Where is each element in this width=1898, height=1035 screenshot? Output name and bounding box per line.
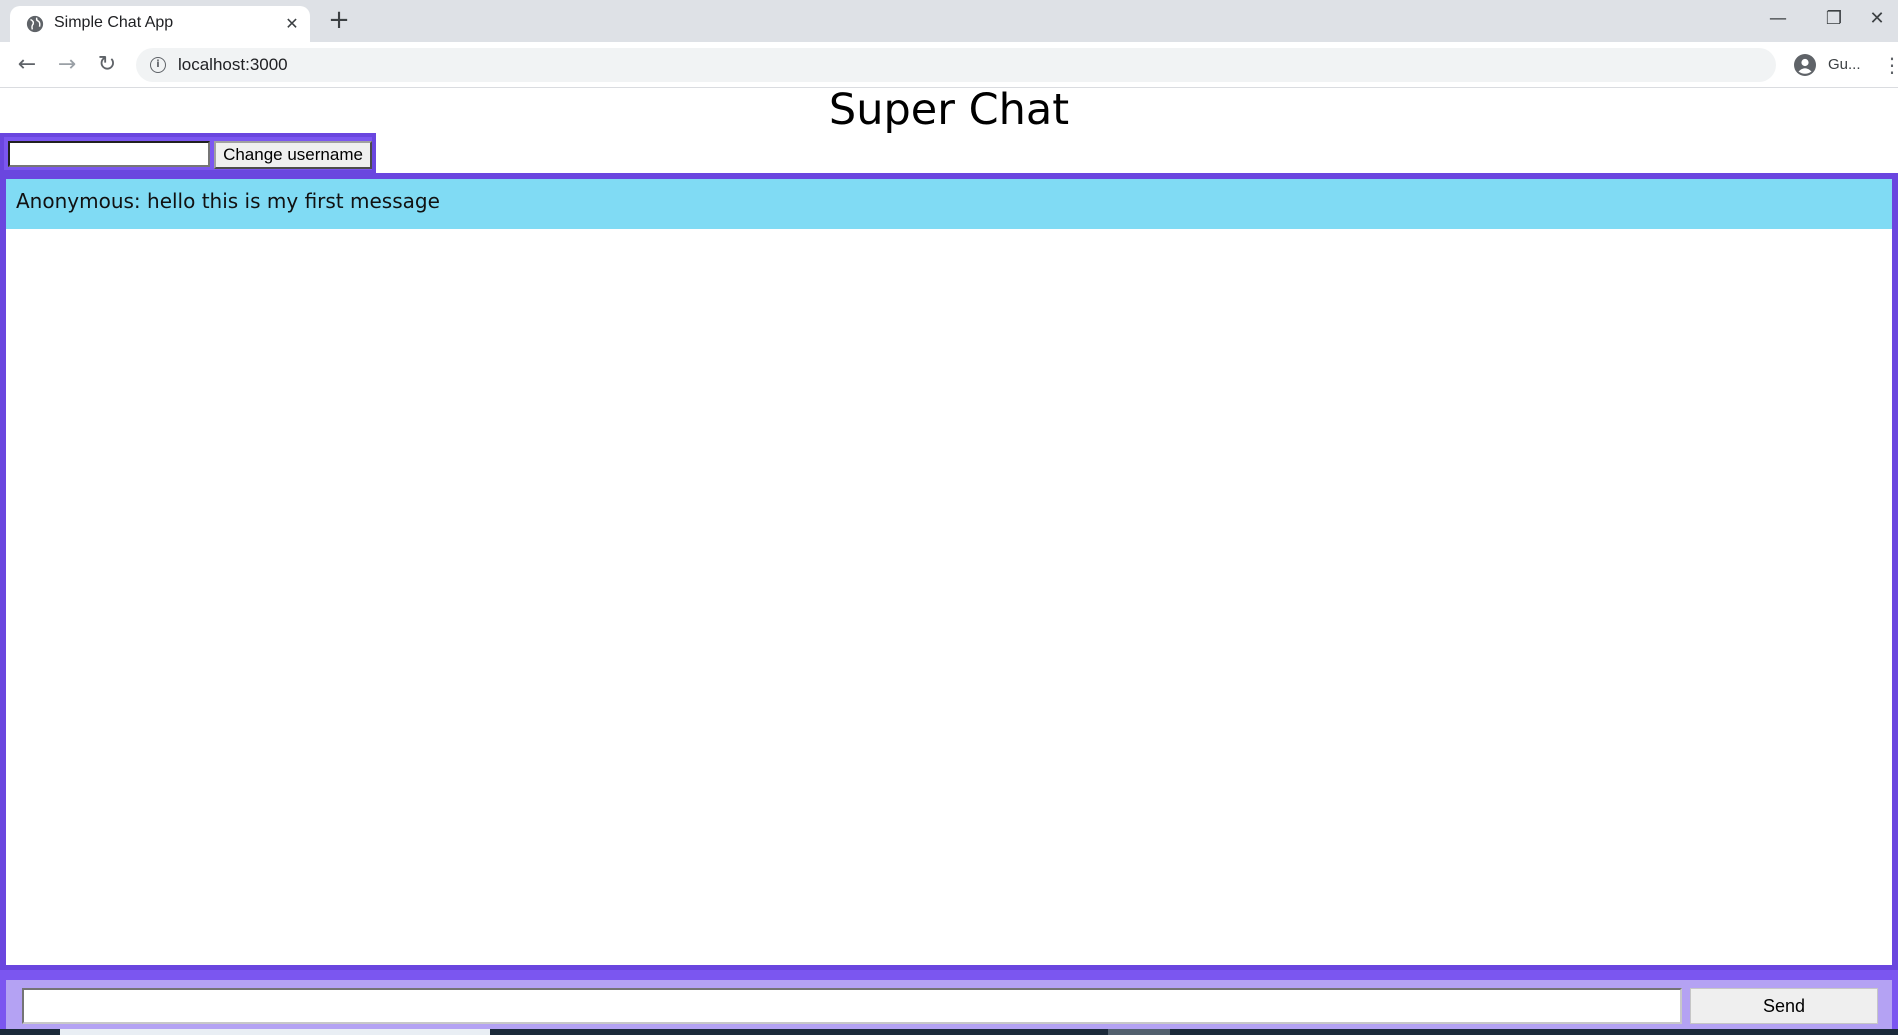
reload-icon[interactable]: ↻ [92,50,122,80]
page-title: Super Chat [828,85,1070,135]
profile-button[interactable]: Gu... [1786,46,1872,84]
browser-tab-bar: Simple Chat App ✕ + — ❐ ✕ [0,0,1898,42]
composer-inner: Send [6,980,1892,1035]
minimize-icon[interactable]: — [1750,0,1806,38]
composer-bar: Send [0,970,1898,1035]
close-window-icon[interactable]: ✕ [1856,0,1898,38]
message-input[interactable] [22,988,1682,1024]
browser-toolbar: ← → ↻ i localhost:3000 Gu... ⋮ [0,42,1898,88]
send-button[interactable]: Send [1690,988,1878,1024]
taskbar-active-item[interactable] [60,1029,490,1035]
new-tab-icon[interactable]: + [325,6,353,34]
username-form: Change username [0,133,376,174]
taskbar-edge [0,1029,1898,1035]
chat-page: Super Chat Change username Anonymous: he… [0,89,1898,1035]
url-text[interactable]: localhost:3000 [178,55,288,75]
browser-menu-icon[interactable]: ⋮ [1882,50,1898,80]
taskbar-item[interactable] [1108,1029,1170,1035]
message-item: Anonymous: hello this is my first messag… [6,179,1892,229]
back-icon[interactable]: ← [12,50,42,80]
tab-title: Simple Chat App [54,14,174,31]
profile-label: Gu... [1828,56,1861,73]
avatar-icon [1794,54,1816,76]
restore-icon[interactable]: ❐ [1806,0,1862,38]
close-tab-icon[interactable]: ✕ [282,14,302,34]
username-input[interactable] [8,141,210,167]
browser-tab[interactable]: Simple Chat App ✕ [10,6,310,42]
message-list: Anonymous: hello this is my first messag… [0,173,1898,971]
forward-icon[interactable]: → [52,50,82,80]
change-username-button[interactable]: Change username [214,141,372,169]
globe-icon [26,15,44,33]
address-bar[interactable]: i localhost:3000 [136,48,1776,82]
site-info-icon[interactable]: i [150,57,166,73]
